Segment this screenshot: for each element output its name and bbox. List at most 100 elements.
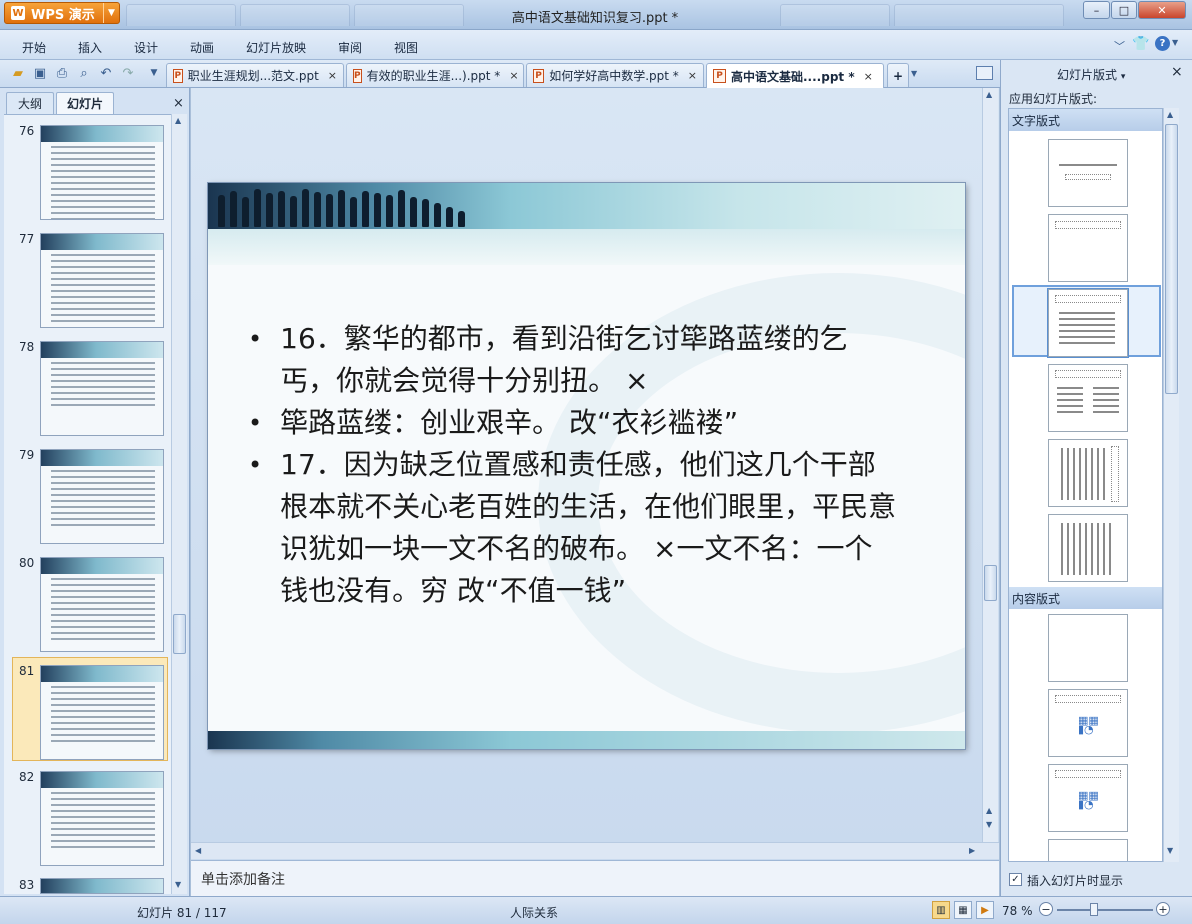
- layout-vertical-title-text[interactable]: [1048, 439, 1128, 507]
- scrollbar-thumb[interactable]: [984, 565, 997, 601]
- doc-tab-effective-career[interactable]: P 有效的职业生涯...).ppt * ×: [346, 63, 524, 87]
- slide-thumbnail[interactable]: [40, 771, 164, 866]
- thumbnail-scrollbar[interactable]: ▲ ▼: [171, 114, 187, 894]
- zoom-out-button[interactable]: −: [1039, 902, 1053, 916]
- menu-home[interactable]: 开始: [22, 39, 46, 56]
- close-tab-icon[interactable]: ×: [509, 69, 518, 82]
- undo-icon[interactable]: ↶: [98, 65, 114, 81]
- layout-title-and-content[interactable]: ▦▦ ▮◔: [1048, 764, 1128, 832]
- customize-toolbar-icon[interactable]: ▼: [146, 65, 162, 81]
- close-tab-icon[interactable]: ×: [328, 69, 337, 82]
- minimize-button[interactable]: –: [1083, 1, 1110, 19]
- ribbon-collapse-icon[interactable]: ﹀: [1114, 38, 1125, 54]
- layout-content[interactable]: ▦▦ ▮◔: [1048, 689, 1128, 757]
- notes-pane[interactable]: 单击添加备注: [191, 860, 999, 896]
- scroll-down-icon[interactable]: ▼: [1167, 846, 1173, 855]
- wps-app-menu-button[interactable]: W WPS 演示 ▼: [4, 2, 120, 24]
- layout-title-slide[interactable]: [1048, 139, 1128, 207]
- save-icon[interactable]: ▣: [32, 65, 48, 81]
- background-window-tab: [126, 4, 236, 26]
- slide-horizontal-scrollbar[interactable]: ◀ ▶: [191, 842, 999, 859]
- pane-title-label: 幻灯片版式: [1057, 68, 1118, 82]
- scrollbar-thumb[interactable]: [1165, 124, 1178, 394]
- slide-sorter-view-button[interactable]: ▦: [954, 901, 972, 919]
- layout-title-and-text[interactable]: [1047, 288, 1129, 358]
- skin-icon[interactable]: 👕: [1132, 36, 1149, 52]
- zoom-slider[interactable]: [1057, 909, 1153, 911]
- thumb-number: 83: [19, 878, 35, 892]
- slide-thumbnail[interactable]: [40, 341, 164, 436]
- print-preview-icon[interactable]: ⌕: [76, 65, 92, 81]
- close-window-button[interactable]: ✕: [1138, 1, 1186, 19]
- scroll-right-icon[interactable]: ▶: [969, 846, 975, 855]
- scroll-up-icon[interactable]: ▲: [175, 116, 181, 125]
- section-content-layouts: 内容版式: [1009, 587, 1162, 609]
- scroll-down-icon[interactable]: ▼: [175, 880, 181, 889]
- layout-blank[interactable]: [1048, 614, 1128, 682]
- menu-view[interactable]: 视图: [394, 39, 418, 56]
- slide-thumbnail[interactable]: [40, 557, 164, 652]
- zoom-level: 78 %: [1002, 904, 1033, 918]
- section-text-layouts: 文字版式: [1009, 109, 1162, 131]
- close-tab-icon[interactable]: ×: [688, 69, 697, 82]
- close-pane-icon[interactable]: ×: [173, 96, 184, 111]
- redo-icon[interactable]: ↷: [120, 65, 136, 81]
- slide-thumbnail[interactable]: [40, 125, 164, 220]
- pane-title[interactable]: 幻灯片版式 ▾: [1057, 66, 1125, 83]
- scrollbar-thumb[interactable]: [173, 614, 186, 654]
- doc-tab-math[interactable]: P 如何学好高中数学.ppt * ×: [526, 63, 704, 87]
- slide-body-textbox[interactable]: • 16．繁华的都市，看到沿街乞讨筚路蓝缕的乞丐，你就会觉得十分别扭。 × • …: [248, 318, 948, 612]
- previous-slide-icon[interactable]: ▲: [986, 806, 992, 815]
- slide-vertical-scrollbar[interactable]: ▲ ▲ ▼: [982, 88, 998, 844]
- scroll-up-icon[interactable]: ▲: [986, 90, 992, 99]
- layout-two-content[interactable]: [1048, 839, 1128, 861]
- normal-view-button[interactable]: ▥: [932, 901, 950, 919]
- menu-insert[interactable]: 插入: [78, 39, 102, 56]
- doc-tab-chinese-review[interactable]: P 高中语文基础....ppt * ×: [706, 63, 884, 88]
- layout-title-only[interactable]: [1048, 214, 1128, 282]
- show-on-insert-checkbox[interactable]: ✓: [1009, 873, 1022, 886]
- scroll-up-icon[interactable]: ▲: [1167, 110, 1173, 119]
- background-window-tab: [894, 4, 1064, 26]
- close-pane-icon[interactable]: ×: [1171, 64, 1183, 80]
- zoom-in-button[interactable]: +: [1156, 902, 1170, 916]
- new-tab-button[interactable]: +: [887, 63, 909, 87]
- open-folder-icon[interactable]: ▰: [10, 65, 26, 81]
- tab-outline[interactable]: 大纲: [6, 92, 54, 114]
- show-on-insert-label: 插入幻灯片时显示: [1027, 874, 1124, 888]
- layout-toggle-icon[interactable]: [976, 66, 993, 80]
- scroll-left-icon[interactable]: ◀: [195, 846, 201, 855]
- tab-list-dropdown-icon[interactable]: ▼: [911, 69, 917, 78]
- layout-pane-scrollbar[interactable]: ▲ ▼: [1163, 108, 1179, 862]
- current-slide[interactable]: • 16．繁华的都市，看到沿街乞讨筚路蓝缕的乞丐，你就会觉得十分别扭。 × • …: [208, 183, 965, 749]
- ppt-file-icon: P: [713, 69, 726, 83]
- zoom-slider-handle[interactable]: [1090, 903, 1098, 916]
- print-icon[interactable]: ⎙: [54, 65, 70, 81]
- help-dropdown-icon[interactable]: ▼: [1172, 38, 1178, 47]
- thumb-number: 77: [19, 232, 35, 246]
- slideshow-view-button[interactable]: ▶: [976, 901, 994, 919]
- thumb-number: 78: [19, 340, 35, 354]
- bullet-item: • 筚路蓝缕：创业艰辛。 改“衣衫褴褛”: [248, 402, 948, 444]
- app-brand-label: WPS 演示: [31, 7, 95, 23]
- maximize-button[interactable]: □: [1111, 1, 1137, 19]
- slide-thumbnail[interactable]: [40, 233, 164, 328]
- menu-animation[interactable]: 动画: [190, 39, 214, 56]
- layout-two-column-text[interactable]: [1048, 364, 1128, 432]
- doc-tab-label: 有效的职业生涯...).ppt *: [366, 69, 501, 83]
- next-slide-icon[interactable]: ▼: [986, 820, 992, 829]
- slide-thumbnail[interactable]: [40, 449, 164, 544]
- layout-vertical-text[interactable]: [1048, 514, 1128, 582]
- slide-thumbnail[interactable]: [40, 878, 164, 894]
- menu-review[interactable]: 审阅: [338, 39, 362, 56]
- menu-design[interactable]: 设计: [134, 39, 158, 56]
- slide-footer-band: [208, 731, 965, 749]
- close-tab-icon[interactable]: ×: [864, 70, 873, 83]
- doc-tab-career-planning[interactable]: P 职业生涯规划...范文.ppt ×: [166, 63, 344, 87]
- bullet-item: • 17．因为缺乏位置感和责任感，他们这几个干部根本就不关心老百姓的生活，在他们…: [248, 444, 948, 612]
- slides-pane: 大纲 幻灯片 × 76 77 78 79 80 81 82 83 ▲ ▼: [0, 88, 190, 896]
- menu-slideshow[interactable]: 幻灯片放映: [246, 39, 306, 56]
- help-icon[interactable]: ?: [1155, 36, 1170, 51]
- slide-thumbnail-selected[interactable]: [40, 665, 164, 760]
- tab-slides[interactable]: 幻灯片: [56, 92, 114, 114]
